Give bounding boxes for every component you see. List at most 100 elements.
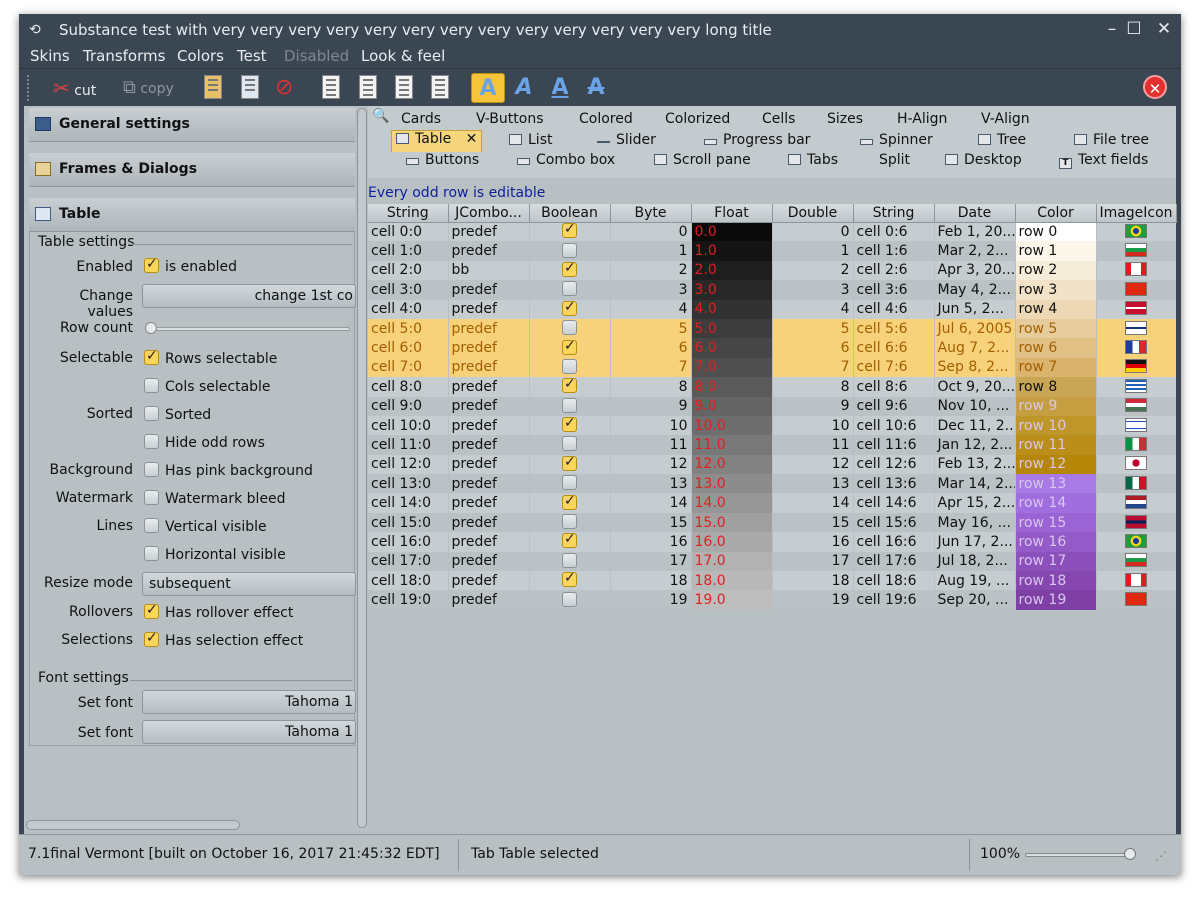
cell-float[interactable]: 19.0 xyxy=(691,590,772,610)
cell-byte[interactable]: 12 xyxy=(610,454,691,475)
selection-effect-checkbox[interactable]: Has selection effect xyxy=(144,630,303,649)
tab-file-tree[interactable]: File tree xyxy=(1074,132,1149,148)
cell-color[interactable]: row 5 xyxy=(1015,318,1096,339)
cell-boolean[interactable] xyxy=(529,222,610,242)
align-justify-icon[interactable] xyxy=(431,75,449,99)
cell-float[interactable]: 3.0 xyxy=(691,280,772,300)
cell-byte[interactable]: 13 xyxy=(610,474,691,494)
cell-combo[interactable]: predef xyxy=(448,338,529,358)
cell-combo[interactable]: predef xyxy=(448,571,529,591)
cell-float[interactable]: 10.0 xyxy=(691,415,772,436)
cell-string2[interactable]: cell 6:6 xyxy=(853,338,934,358)
cell-double[interactable]: 7 xyxy=(772,357,853,378)
cell-string2[interactable]: cell 5:6 xyxy=(853,318,934,339)
checkbox[interactable] xyxy=(562,358,577,374)
column-header[interactable]: Byte xyxy=(610,204,692,223)
tab-text-fields[interactable]: T Text fields xyxy=(1059,152,1148,169)
cell-color[interactable]: row 8 xyxy=(1015,377,1096,397)
cell-string2[interactable]: cell 12:6 xyxy=(853,454,934,475)
cell-string[interactable]: cell 0:0 xyxy=(368,222,448,242)
cell-boolean[interactable] xyxy=(529,377,610,397)
cell-imageicon[interactable] xyxy=(1096,241,1176,261)
table-row[interactable]: cell 19:0 predef 19 19.0 19 cell 19:6 Sep 20, … xyxy=(368,590,1176,610)
cell-imageicon[interactable] xyxy=(1096,396,1176,416)
horizontal-visible-checkbox[interactable]: Horizontal visible xyxy=(144,546,286,563)
cell-boolean[interactable] xyxy=(529,338,610,358)
cell-date[interactable]: Sep 20, ... xyxy=(934,590,1015,610)
cell-float[interactable]: 9.0 xyxy=(691,396,772,416)
cell-combo[interactable]: predef xyxy=(448,377,529,397)
column-header[interactable]: Boolean xyxy=(529,204,611,223)
cell-color[interactable]: row 11 xyxy=(1015,435,1096,455)
cell-color[interactable]: row 10 xyxy=(1015,415,1096,436)
cell-string2[interactable]: cell 0:6 xyxy=(853,222,934,242)
cell-float[interactable]: 11.0 xyxy=(691,435,772,455)
cell-string2[interactable]: cell 15:6 xyxy=(853,512,934,533)
checkbox[interactable] xyxy=(562,261,577,277)
cell-boolean[interactable] xyxy=(529,493,610,513)
cell-color[interactable]: row 18 xyxy=(1015,571,1096,591)
checkbox[interactable] xyxy=(562,475,577,491)
cell-boolean[interactable] xyxy=(529,318,610,339)
cell-float[interactable]: 15.0 xyxy=(691,512,772,533)
cell-combo[interactable]: predef xyxy=(448,241,529,261)
cut-button[interactable]: ✂ cut xyxy=(53,73,96,103)
cell-byte[interactable]: 2 xyxy=(610,260,691,281)
cell-combo[interactable]: predef xyxy=(448,532,529,552)
tab-progress-bar[interactable]: Progress bar xyxy=(704,132,810,148)
cell-float[interactable]: 0.0 xyxy=(691,222,772,242)
bold-icon[interactable]: A xyxy=(471,73,505,103)
cell-color[interactable]: row 13 xyxy=(1015,474,1096,494)
cell-combo[interactable]: predef xyxy=(448,590,529,610)
cell-byte[interactable]: 11 xyxy=(610,435,691,455)
cell-byte[interactable]: 15 xyxy=(610,512,691,533)
cell-float[interactable]: 4.0 xyxy=(691,299,772,319)
align-right-icon[interactable] xyxy=(395,75,413,99)
cell-float[interactable]: 2.0 xyxy=(691,260,772,281)
cell-date[interactable]: Aug 19, ... xyxy=(934,571,1015,591)
pink-background-checkbox[interactable]: Has pink background xyxy=(144,462,313,479)
cell-double[interactable]: 4 xyxy=(772,299,853,319)
cell-byte[interactable]: 3 xyxy=(610,280,691,300)
cell-double[interactable]: 15 xyxy=(772,512,853,533)
cell-color[interactable]: row 6 xyxy=(1015,338,1096,358)
cell-float[interactable]: 6.0 xyxy=(691,338,772,358)
cell-double[interactable]: 18 xyxy=(772,571,853,591)
cell-string2[interactable]: cell 10:6 xyxy=(853,415,934,436)
hide-odd-rows-checkbox[interactable]: Hide odd rows xyxy=(144,434,265,451)
cell-color[interactable]: row 19 xyxy=(1015,590,1096,610)
cell-double[interactable]: 9 xyxy=(772,396,853,416)
rollover-checkbox[interactable]: Has rollover effect xyxy=(144,602,293,621)
cell-date[interactable]: Jun 5, 2... xyxy=(934,299,1015,319)
cell-boolean[interactable] xyxy=(529,357,610,378)
cell-combo[interactable]: predef xyxy=(448,222,529,242)
sorted-checkbox[interactable]: Sorted xyxy=(144,406,211,423)
cell-date[interactable]: Nov 10, ... xyxy=(934,396,1015,416)
cell-imageicon[interactable] xyxy=(1096,551,1176,572)
cell-date[interactable]: Jul 18, 2... xyxy=(934,551,1015,572)
checkbox[interactable] xyxy=(562,552,577,568)
group-general-settings[interactable]: General settings xyxy=(29,108,355,142)
cell-date[interactable]: Mar 14, 2... xyxy=(934,474,1015,494)
tab-spinner[interactable]: Spinner xyxy=(860,132,933,148)
data-table[interactable]: String JCombo... Boolean Byte Float Double Str… xyxy=(368,204,1177,610)
cell-boolean[interactable] xyxy=(529,435,610,455)
cell-string[interactable]: cell 18:0 xyxy=(368,571,448,591)
align-left-icon[interactable] xyxy=(322,75,340,99)
cell-double[interactable]: 0 xyxy=(772,222,853,242)
cell-imageicon[interactable] xyxy=(1096,357,1176,378)
checkbox[interactable] xyxy=(562,281,577,297)
cell-date[interactable]: Apr 3, 20... xyxy=(934,260,1015,281)
cell-date[interactable]: Apr 15, 2... xyxy=(934,493,1015,513)
cell-boolean[interactable] xyxy=(529,532,610,552)
group-frames-dialogs[interactable]: Frames & Dialogs xyxy=(29,153,355,187)
cell-imageicon[interactable] xyxy=(1096,318,1176,339)
maximize-icon[interactable]: ☐ xyxy=(1123,18,1145,40)
table-row[interactable]: cell 12:0predef1212.012cell 12:6Feb 13, … xyxy=(368,454,1176,475)
table-row[interactable]: cell 2:0bb22.02cell 2:6Apr 3, 20...row 2 xyxy=(368,260,1176,281)
tab-slider[interactable]: Slider xyxy=(597,132,656,148)
cell-byte[interactable]: 18 xyxy=(610,571,691,591)
rows-selectable-checkbox[interactable]: Rows selectable xyxy=(144,348,277,367)
minimize-icon[interactable]: – xyxy=(1101,18,1123,40)
cell-color[interactable]: row 4 xyxy=(1015,299,1096,319)
